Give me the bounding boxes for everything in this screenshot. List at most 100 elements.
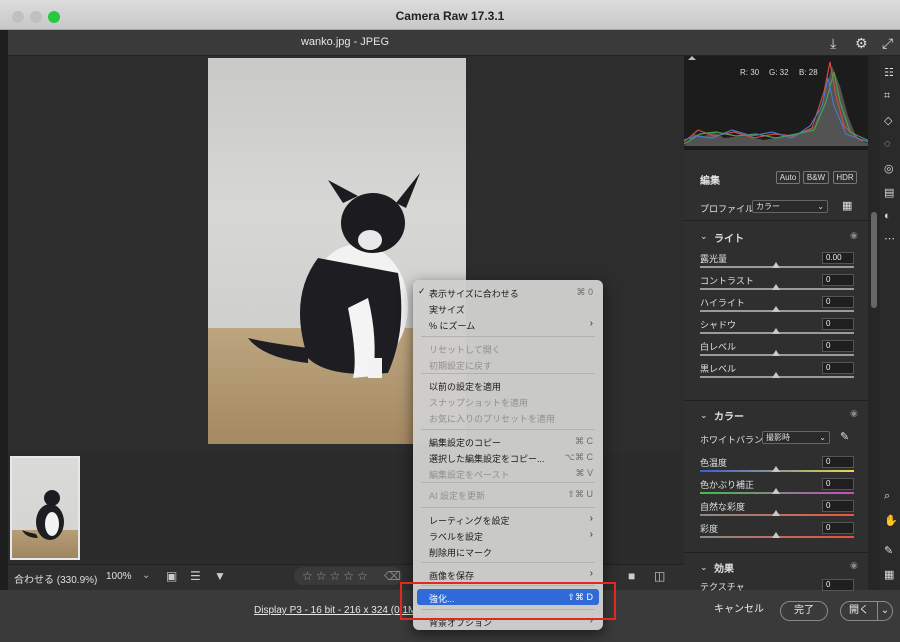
menu-item-shortcut: ⌥⌘ C [564,452,593,462]
histogram-g-value: G: 32 [769,68,789,77]
menu-item: 初期設定に戻す [413,356,603,372]
menu-item[interactable]: 選択した編集設定をコピー... ⌥⌘ C [413,449,603,465]
panel-scrollbar-thumb[interactable] [871,212,877,308]
host-app-sidebar [0,30,8,642]
divider [684,552,868,553]
profile-select[interactable]: カラー ⌄ [752,200,828,213]
filter-icon[interactable]: ▼ [214,569,226,583]
light-slider-value[interactable]: 0 [822,340,854,352]
done-button[interactable]: 完了 [780,601,828,621]
menu-item[interactable]: 以前の設定を適用 [413,377,603,393]
light-slider-handle[interactable] [772,350,780,356]
eraser-icon[interactable]: ◇ [884,114,892,127]
color-slider-value[interactable]: 0 [822,478,854,490]
zoom-100-button[interactable]: 100% [106,571,132,582]
effects-section-title[interactable]: 効果 [714,560,734,575]
menu-item: AI 設定を更新 ⇧⌘ U [413,486,603,502]
eyedropper-icon[interactable]: ✎ [840,430,849,443]
menu-separator [421,373,595,374]
menu-item[interactable]: ✓ 表示サイズに合わせる ⌘ 0 [413,284,603,300]
redeye-icon[interactable]: ◎ [884,162,894,175]
chevron-down-icon: ⌄ [880,605,890,616]
filmstrip-thumbnail[interactable] [10,456,80,560]
menu-item-shortcut: ⌘ V [575,468,593,478]
more-icon[interactable]: ⋯ [884,232,895,245]
menu-item-label: % にズーム [429,321,476,331]
light-slider-value[interactable]: 0 [822,296,854,308]
bw-button[interactable]: B&W [803,171,829,184]
hand-tool-icon[interactable]: ✋ [884,514,898,527]
light-slider-value[interactable]: 0 [822,362,854,374]
light-slider-value[interactable]: 0.00 [822,252,854,264]
gear-icon[interactable]: ⚙ [855,35,868,52]
white-balance-select[interactable]: 撮影時 ⌄ [762,431,830,444]
color-slider-handle[interactable] [772,532,780,538]
zoom-tool-icon[interactable]: ⌕ [884,490,890,503]
masking-icon[interactable]: ◌ [884,138,891,150]
cancel-button[interactable]: キャンセル [706,601,772,621]
menu-item-label: スナップショットを適用 [429,398,529,408]
menu-item-label: 初期設定に戻す [429,361,493,371]
trash-icon[interactable]: ⌫ [384,569,401,583]
before-after-icon[interactable]: ◫ [654,569,665,583]
presets-icon[interactable]: ◐ [884,210,891,222]
zoom-dropdown-icon[interactable]: ⌄ [142,570,150,581]
menu-item-label: 削除用にマーク [429,548,493,558]
crop-icon[interactable]: ⌗ [884,90,890,103]
menu-item[interactable]: 画像を保存 › [413,566,603,582]
color-slider-handle[interactable] [772,466,780,472]
download-icon[interactable]: ⤓ [830,35,836,52]
light-slider-handle[interactable] [772,306,780,312]
color-slider-value[interactable]: 0 [822,522,854,534]
zoom-fit-button[interactable]: 合わせる (330.9%) [14,571,97,586]
menu-item-shortcut: ⌘ C [575,436,593,446]
menu-item[interactable]: 編集設定のコピー ⌘ C [413,433,603,449]
open-button[interactable]: 開く [840,601,878,621]
light-slider-value[interactable]: 0 [822,274,854,286]
view-mode-icon[interactable]: ■ [628,569,635,583]
menu-item[interactable]: % にズーム › [413,316,603,332]
color-slider-value[interactable]: 0 [822,456,854,468]
eye-icon[interactable]: ◉ [850,408,858,419]
profile-browser-icon[interactable]: ▦ [842,199,852,212]
chevron-down-icon[interactable]: ⌄ [700,410,708,421]
light-slider-label: コントラスト [700,276,754,286]
texture-value[interactable]: 0 [822,579,854,591]
grid-icon[interactable]: ▦ [884,568,894,581]
snapshots-icon[interactable]: ▤ [884,186,894,199]
color-sampler-icon[interactable]: ✎ [884,544,893,557]
texture-label: テクスチャ [700,582,745,592]
edit-sliders-icon[interactable]: ☷ [884,66,894,79]
sort-icon[interactable]: ☰ [190,569,201,583]
light-slider-handle[interactable] [772,284,780,290]
hdr-button[interactable]: HDR [833,171,857,184]
menu-item[interactable]: ラベルを設定 › [413,527,603,543]
auto-button[interactable]: Auto [776,171,800,184]
menu-item[interactable]: 削除用にマーク [413,543,603,559]
chevron-down-icon[interactable]: ⌄ [700,231,708,242]
color-slider-handle[interactable] [772,488,780,494]
chevron-right-icon: › [589,529,593,540]
color-slider-handle[interactable] [772,510,780,516]
menu-item[interactable]: 実サイズ [413,300,603,316]
panel-scrollbar[interactable] [868,56,880,590]
color-slider-label: 色かぶり補正 [700,480,755,490]
histogram-b-value: B: 28 [799,68,818,77]
color-slider-value[interactable]: 0 [822,500,854,512]
divider [684,400,868,401]
eye-icon[interactable]: ◉ [850,560,858,571]
filmstrip-toggle-icon[interactable]: ▣ [166,569,177,583]
chevron-down-icon[interactable]: ⌄ [700,562,708,573]
menu-item-label: AI 設定を更新 [429,491,486,501]
light-slider-handle[interactable] [772,372,780,378]
eye-icon[interactable]: ◉ [850,230,858,241]
menu-item[interactable]: レーティングを設定 › [413,511,603,527]
light-slider-value[interactable]: 0 [822,318,854,330]
light-slider-label: シャドウ [700,320,737,330]
light-slider-handle[interactable] [772,328,780,334]
color-section-title[interactable]: カラー [714,408,744,423]
menu-item-label: 選択した編集設定をコピー... [429,454,545,464]
expand-icon[interactable]: ⤢ [882,35,893,52]
light-slider-handle[interactable] [772,262,780,268]
light-section-title[interactable]: ライト [714,230,744,245]
